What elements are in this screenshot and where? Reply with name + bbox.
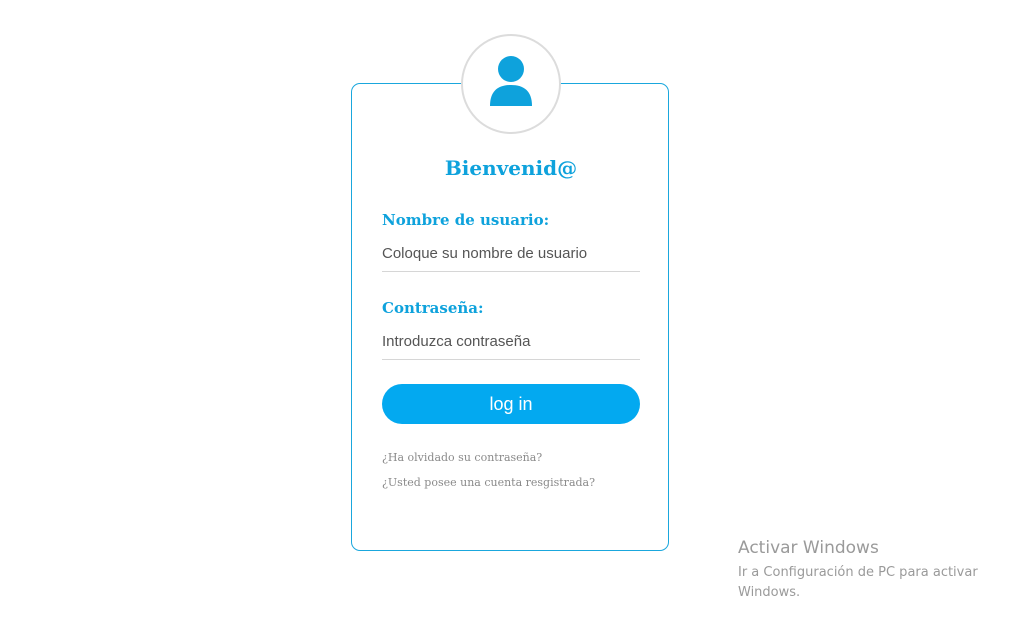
password-label: Contraseña: xyxy=(382,299,484,317)
username-label: Nombre de usuario: xyxy=(382,211,550,229)
username-input[interactable] xyxy=(382,236,640,272)
activate-windows-title: Activar Windows xyxy=(738,538,879,558)
register-link[interactable]: ¿Usted posee una cuenta resgistrada? xyxy=(382,476,595,489)
activate-windows-subtitle: Ir a Configuración de PC para activar Wi… xyxy=(738,565,978,600)
forgot-password-link[interactable]: ¿Ha olvidado su contraseña? xyxy=(382,451,542,464)
user-icon xyxy=(490,56,532,106)
page-title: Bienvenid@ xyxy=(444,156,578,180)
login-button[interactable]: log in xyxy=(382,384,640,424)
password-input[interactable] xyxy=(382,324,640,360)
avatar xyxy=(461,34,561,134)
login-page: Bienvenid@ Nombre de usuario: Contraseña… xyxy=(0,0,1023,635)
